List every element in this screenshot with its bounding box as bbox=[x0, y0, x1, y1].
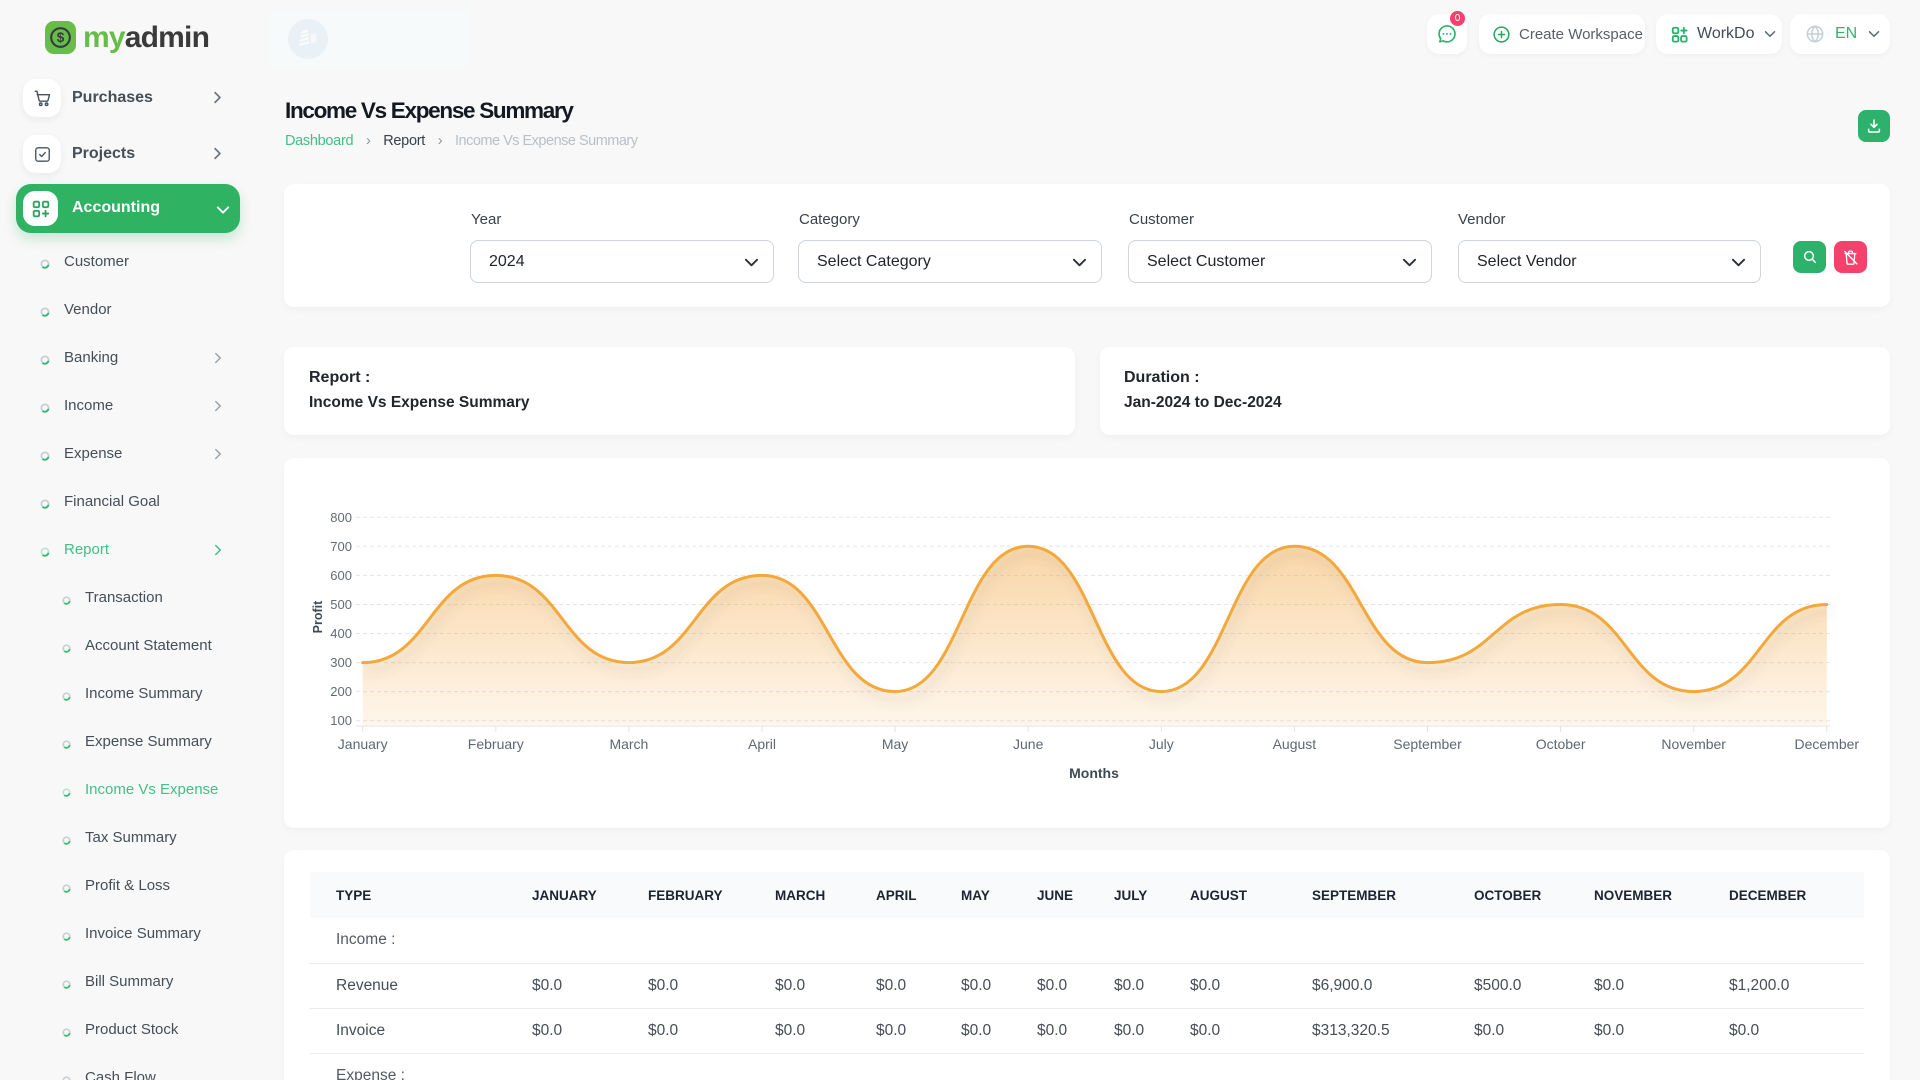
svg-text:January: January bbox=[338, 736, 388, 752]
svg-text:600: 600 bbox=[330, 568, 352, 583]
svg-text:800: 800 bbox=[330, 510, 352, 525]
svg-text:October: October bbox=[1536, 736, 1586, 752]
svg-text:June: June bbox=[1013, 736, 1044, 752]
svg-text:$: $ bbox=[57, 30, 65, 45]
svg-text:November: November bbox=[1661, 736, 1726, 752]
svg-text:Months: Months bbox=[1069, 765, 1119, 781]
svg-text:200: 200 bbox=[330, 684, 352, 699]
svg-text:April: April bbox=[748, 736, 776, 752]
svg-text:Profit: Profit bbox=[311, 600, 325, 633]
svg-text:400: 400 bbox=[330, 626, 352, 641]
svg-text:500: 500 bbox=[330, 597, 352, 612]
svg-text:December: December bbox=[1795, 736, 1860, 752]
svg-text:May: May bbox=[882, 736, 908, 752]
svg-text:September: September bbox=[1393, 736, 1462, 752]
svg-text:700: 700 bbox=[330, 539, 352, 554]
svg-text:100: 100 bbox=[330, 713, 352, 728]
svg-text:July: July bbox=[1149, 736, 1174, 752]
svg-text:300: 300 bbox=[330, 655, 352, 670]
svg-text:February: February bbox=[468, 736, 524, 752]
svg-text:August: August bbox=[1273, 736, 1317, 752]
svg-text:March: March bbox=[609, 736, 648, 752]
